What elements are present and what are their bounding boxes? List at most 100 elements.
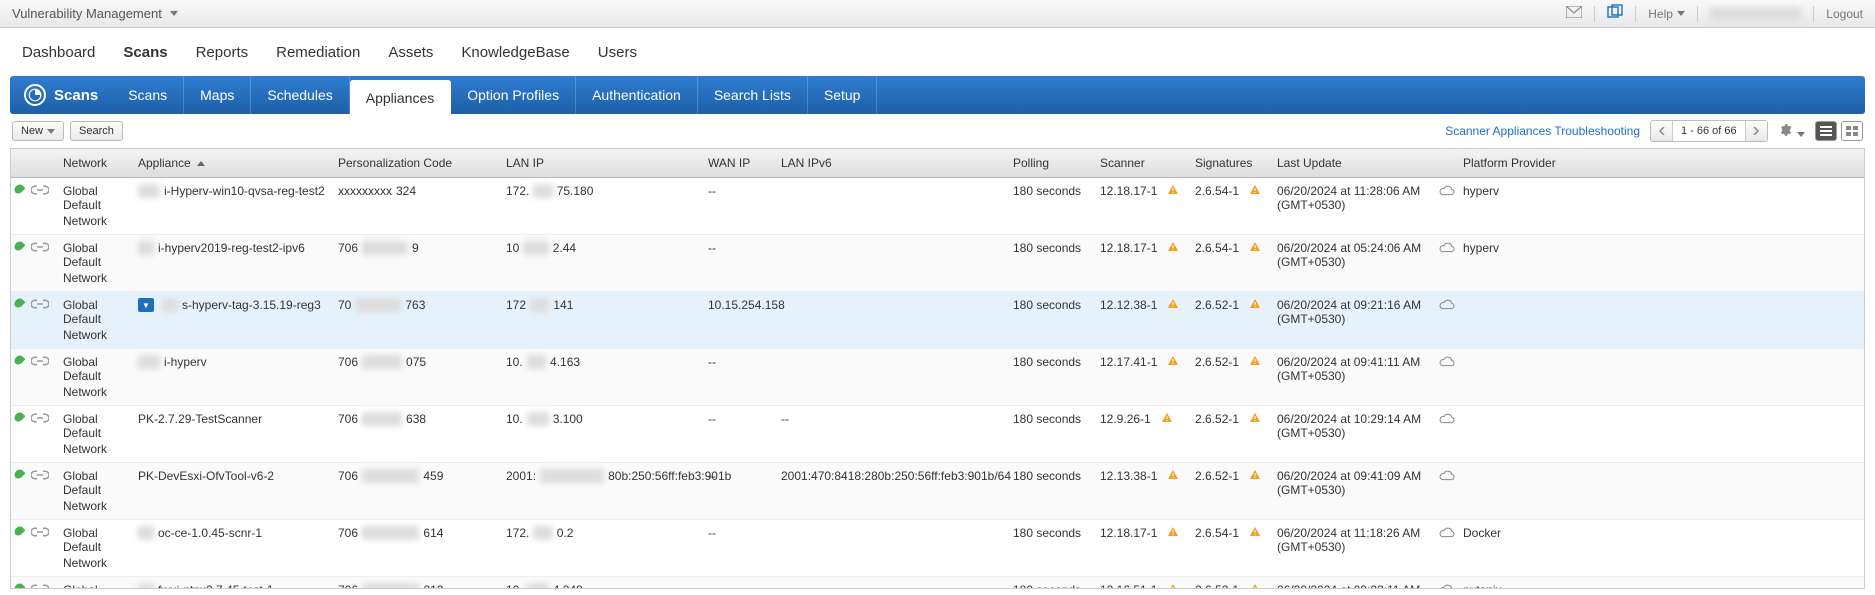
table-row[interactable]: Global DefaultNetworkxxfwui-ntnx2.7.45-t… bbox=[11, 577, 1864, 588]
settings-gear-icon[interactable] bbox=[1778, 123, 1805, 140]
col-lan-ip[interactable]: LAN IP bbox=[502, 149, 704, 177]
pager-next-button[interactable] bbox=[1745, 121, 1767, 141]
cell-wan-ip: -- bbox=[704, 235, 777, 291]
warning-icon bbox=[1167, 241, 1179, 256]
table-row[interactable]: Global DefaultNetworkxxxi-hyperv706xxxxx… bbox=[11, 349, 1864, 406]
cell-wan-ip: -- bbox=[704, 178, 777, 234]
col-wan-ip[interactable]: WAN IP bbox=[704, 149, 777, 177]
cell-last-update: 06/20/2024 at 10:29:14 AM (GMT+0530) bbox=[1273, 406, 1459, 462]
col-last-update[interactable]: Last Update bbox=[1273, 149, 1459, 177]
cell-signatures: 2.6.54-1 bbox=[1191, 178, 1273, 234]
sub-tab-schedules[interactable]: Schedules bbox=[251, 76, 349, 114]
cell-polling: 180 seconds bbox=[1009, 178, 1096, 234]
logout-link[interactable]: Logout bbox=[1826, 7, 1863, 21]
cell-personalization: 70632134107459 bbox=[334, 463, 502, 519]
status-active-icon bbox=[13, 183, 26, 196]
main-nav-tab-assets[interactable]: Assets bbox=[386, 38, 435, 71]
cell-lan-ip: 172.xx.75.180 bbox=[502, 178, 704, 234]
sub-tab-maps[interactable]: Maps bbox=[184, 76, 251, 114]
cell-network: Global DefaultNetwork bbox=[59, 577, 134, 588]
cell-platform: Docker bbox=[1459, 520, 1549, 576]
cell-network: Global DefaultNetwork bbox=[59, 349, 134, 405]
sub-tab-setup[interactable]: Setup bbox=[808, 76, 878, 114]
troubleshooting-link[interactable]: Scanner Appliances Troubleshooting bbox=[1445, 124, 1640, 138]
cell-personalization: 70605520992614 bbox=[334, 520, 502, 576]
cell-personalization: 70696343087212 bbox=[334, 577, 502, 588]
help-menu[interactable]: Help bbox=[1648, 7, 1685, 21]
col-signatures[interactable]: Signatures bbox=[1191, 149, 1273, 177]
status-active-icon bbox=[13, 411, 26, 424]
cell-polling: 180 seconds bbox=[1009, 463, 1096, 519]
search-button[interactable]: Search bbox=[70, 121, 123, 141]
cell-polling: 180 seconds bbox=[1009, 349, 1096, 405]
col-polling[interactable]: Polling bbox=[1009, 149, 1096, 177]
col-appliance[interactable]: Appliance bbox=[134, 149, 334, 177]
cell-last-update: 06/20/2024 at 11:28:06 AM (GMT+0530) bbox=[1273, 178, 1459, 234]
sub-tab-option-profiles[interactable]: Option Profiles bbox=[451, 76, 576, 114]
table-row[interactable]: Global DefaultNetworkxxxi-Hyperv-win10-q… bbox=[11, 178, 1864, 235]
cell-personalization: 706xxxxxx075 bbox=[334, 349, 502, 405]
list-view-button[interactable] bbox=[1815, 121, 1837, 141]
main-nav-tab-scans[interactable]: Scans bbox=[121, 38, 169, 71]
cloud-icon bbox=[1439, 469, 1455, 484]
link-icon bbox=[31, 355, 49, 369]
col-platform[interactable]: Platform Provider bbox=[1459, 149, 1549, 177]
cell-personalization: 70xxxxxxx763 bbox=[334, 292, 502, 348]
col-personalization[interactable]: Personalization Code bbox=[334, 149, 502, 177]
row-dropdown-button[interactable]: ▼ bbox=[138, 298, 154, 312]
pager-prev-button[interactable] bbox=[1651, 121, 1673, 141]
cell-polling: 180 seconds bbox=[1009, 577, 1096, 588]
sub-tab-authentication[interactable]: Authentication bbox=[576, 76, 698, 114]
table-row[interactable]: Global DefaultNetworkPK-2.7.29-TestScann… bbox=[11, 406, 1864, 463]
sub-tab-search-lists[interactable]: Search Lists bbox=[698, 76, 808, 114]
cell-lan-ip: 2001:470:8418:280b:250:56ff:feb3:901b bbox=[502, 463, 704, 519]
main-nav-tab-users[interactable]: Users bbox=[596, 38, 639, 71]
scans-icon bbox=[24, 84, 46, 106]
link-icon bbox=[31, 412, 49, 426]
app-switcher-chevron-icon[interactable] bbox=[170, 11, 178, 16]
chevron-down-icon bbox=[1677, 11, 1685, 16]
user-label[interactable]: xxxxxxxxx xxxxx bbox=[1710, 7, 1801, 21]
cell-signatures: 2.6.52-1 bbox=[1191, 406, 1273, 462]
cell-platform: nutanix bbox=[1459, 577, 1549, 588]
launch-icon[interactable] bbox=[1607, 4, 1623, 23]
col-network[interactable]: Network bbox=[59, 149, 134, 177]
grid-view-button[interactable] bbox=[1841, 121, 1863, 141]
col-scanner[interactable]: Scanner bbox=[1096, 149, 1191, 177]
warning-icon bbox=[1249, 583, 1261, 588]
status-active-icon bbox=[13, 468, 26, 481]
cell-network: Global DefaultNetwork bbox=[59, 292, 134, 348]
table-header: Network Appliance Personalization Code L… bbox=[11, 149, 1864, 178]
cell-lan-ipv6 bbox=[777, 520, 1009, 576]
new-button[interactable]: New bbox=[12, 121, 64, 141]
cell-platform: hyperv bbox=[1459, 178, 1549, 234]
main-nav-tab-reports[interactable]: Reports bbox=[194, 38, 251, 71]
cell-last-update: 06/20/2024 at 09:21:16 AM (GMT+0530) bbox=[1273, 292, 1459, 348]
sub-tab-appliances[interactable]: Appliances bbox=[350, 80, 452, 115]
sub-nav-bar: Scans ScansMapsSchedulesAppliancesOption… bbox=[10, 76, 1865, 114]
app-header: Vulnerability Management Help xxxxxxxxx … bbox=[0, 0, 1875, 28]
table-row[interactable]: Global DefaultNetwork▼xxs-hyperv-tag-3.1… bbox=[11, 292, 1864, 349]
main-nav-tab-dashboard[interactable]: Dashboard bbox=[20, 38, 97, 71]
main-nav-tab-knowledgebase[interactable]: KnowledgeBase bbox=[459, 38, 571, 71]
cell-lan-ipv6 bbox=[777, 178, 1009, 234]
table-row[interactable]: Global DefaultNetworkPK-DevEsxi-OfvTool-… bbox=[11, 463, 1864, 520]
cloud-icon bbox=[1439, 412, 1455, 427]
cell-network: Global DefaultNetwork bbox=[59, 406, 134, 462]
cell-personalization: 706xxxxxxx9 bbox=[334, 235, 502, 291]
status-active-icon bbox=[13, 582, 26, 588]
cell-appliance: xxoc-ce-1.0.45-scnr-1 bbox=[134, 520, 334, 576]
col-lan-ipv6[interactable]: LAN IPv6 bbox=[777, 149, 1009, 177]
cell-scanner: 12.12.38-1 bbox=[1096, 292, 1191, 348]
cell-platform bbox=[1459, 349, 1549, 405]
divider bbox=[1594, 6, 1595, 22]
link-icon bbox=[31, 526, 49, 540]
main-nav-tab-remediation[interactable]: Remediation bbox=[274, 38, 362, 71]
mail-icon[interactable] bbox=[1566, 6, 1582, 21]
table-row[interactable]: Global DefaultNetworkxxi-hyperv2019-reg-… bbox=[11, 235, 1864, 292]
cell-wan-ip: -- bbox=[704, 349, 777, 405]
cell-lan-ip: 172.xx.0.2 bbox=[502, 520, 704, 576]
status-active-icon bbox=[13, 240, 26, 253]
table-row[interactable]: Global DefaultNetworkxxoc-ce-1.0.45-scnr… bbox=[11, 520, 1864, 577]
sub-tab-scans[interactable]: Scans bbox=[112, 76, 184, 114]
